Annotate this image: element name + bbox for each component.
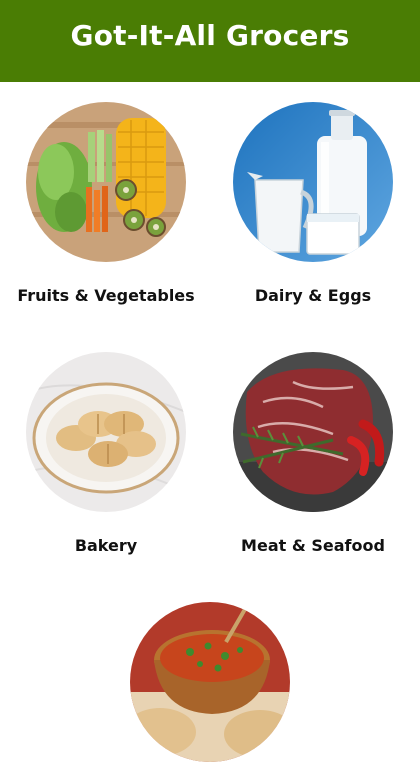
dairy-image[interactable] (233, 102, 393, 262)
app-header: Got-It-All Grocers (0, 0, 420, 82)
page-title: Got-It-All Grocers (70, 18, 350, 52)
produce-image[interactable] (26, 102, 186, 262)
meat-image[interactable] (233, 352, 393, 512)
curry-image[interactable] (130, 602, 290, 762)
category-label[interactable]: Fruits & Vegetables (1, 286, 211, 305)
category-label[interactable]: Bakery (1, 536, 211, 555)
bakery-image[interactable] (26, 352, 186, 512)
category-label[interactable]: Dairy & Eggs (208, 286, 418, 305)
category-label[interactable]: Meat & Seafood (208, 536, 418, 555)
